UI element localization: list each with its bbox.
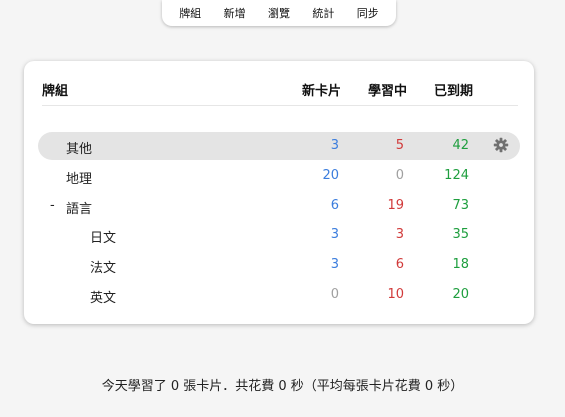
toolbar-decks-button[interactable]: 牌組 — [177, 3, 203, 23]
deck-row-japanese[interactable]: 日文 3 3 35 — [38, 221, 520, 249]
toolbar-stats-button[interactable]: 統計 — [310, 3, 336, 23]
toolbar-sync-button[interactable]: 同步 — [355, 3, 381, 23]
deck-row-other[interactable]: 其他 3 5 42 — [38, 132, 520, 160]
deck-name[interactable]: 地理 — [66, 168, 92, 187]
gear-icon[interactable] — [493, 137, 509, 153]
deck-row-geography[interactable]: 地理 20 0 124 — [38, 162, 520, 190]
due-count: 124 — [444, 168, 469, 183]
toolbar-browse-button[interactable]: 瀏覽 — [266, 3, 292, 23]
header-learning: 學習中 — [368, 84, 408, 99]
due-count: 73 — [452, 198, 469, 213]
new-count: 3 — [330, 227, 339, 242]
new-count: 0 — [330, 287, 339, 302]
new-count: 6 — [330, 198, 339, 213]
deck-name[interactable]: 語言 — [66, 198, 92, 217]
collapse-toggle[interactable]: - — [50, 198, 55, 213]
new-count: 3 — [330, 138, 339, 153]
due-count: 35 — [452, 227, 469, 242]
due-count: 20 — [452, 287, 469, 302]
learning-count: 19 — [387, 198, 404, 213]
due-count: 42 — [452, 138, 469, 153]
deck-row-languages[interactable]: - 語言 6 19 73 — [38, 192, 520, 220]
deck-name[interactable]: 其他 — [66, 138, 92, 157]
top-toolbar: 牌組 新增 瀏覽 統計 同步 — [162, 0, 396, 26]
deck-list-card: 牌組 新卡片 學習中 已到期 其他 3 5 42 地理 20 0 124 - 語… — [24, 61, 534, 324]
deck-name[interactable]: 日文 — [90, 227, 116, 246]
new-count: 20 — [322, 168, 339, 183]
learning-count: 5 — [395, 138, 404, 153]
deck-name[interactable]: 法文 — [90, 257, 116, 276]
learning-count: 6 — [395, 257, 404, 272]
new-count: 3 — [330, 257, 339, 272]
study-summary: 今天學習了 0 張卡片．共花費 0 秒（平均每張卡片花費 0 秒） — [101, 379, 464, 394]
due-count: 18 — [452, 257, 469, 272]
deck-table-header: 牌組 新卡片 學習中 已到期 — [42, 77, 518, 106]
header-due: 已到期 — [434, 84, 474, 99]
deck-name[interactable]: 英文 — [90, 287, 116, 306]
toolbar-add-button[interactable]: 新增 — [222, 3, 248, 23]
deck-row-english[interactable]: 英文 0 10 20 — [38, 281, 520, 309]
learning-count: 0 — [395, 168, 404, 183]
header-new: 新卡片 — [302, 84, 342, 99]
learning-count: 3 — [395, 227, 404, 242]
header-deck: 牌組 — [42, 84, 69, 99]
deck-row-french[interactable]: 法文 3 6 18 — [38, 251, 520, 279]
learning-count: 10 — [387, 287, 404, 302]
